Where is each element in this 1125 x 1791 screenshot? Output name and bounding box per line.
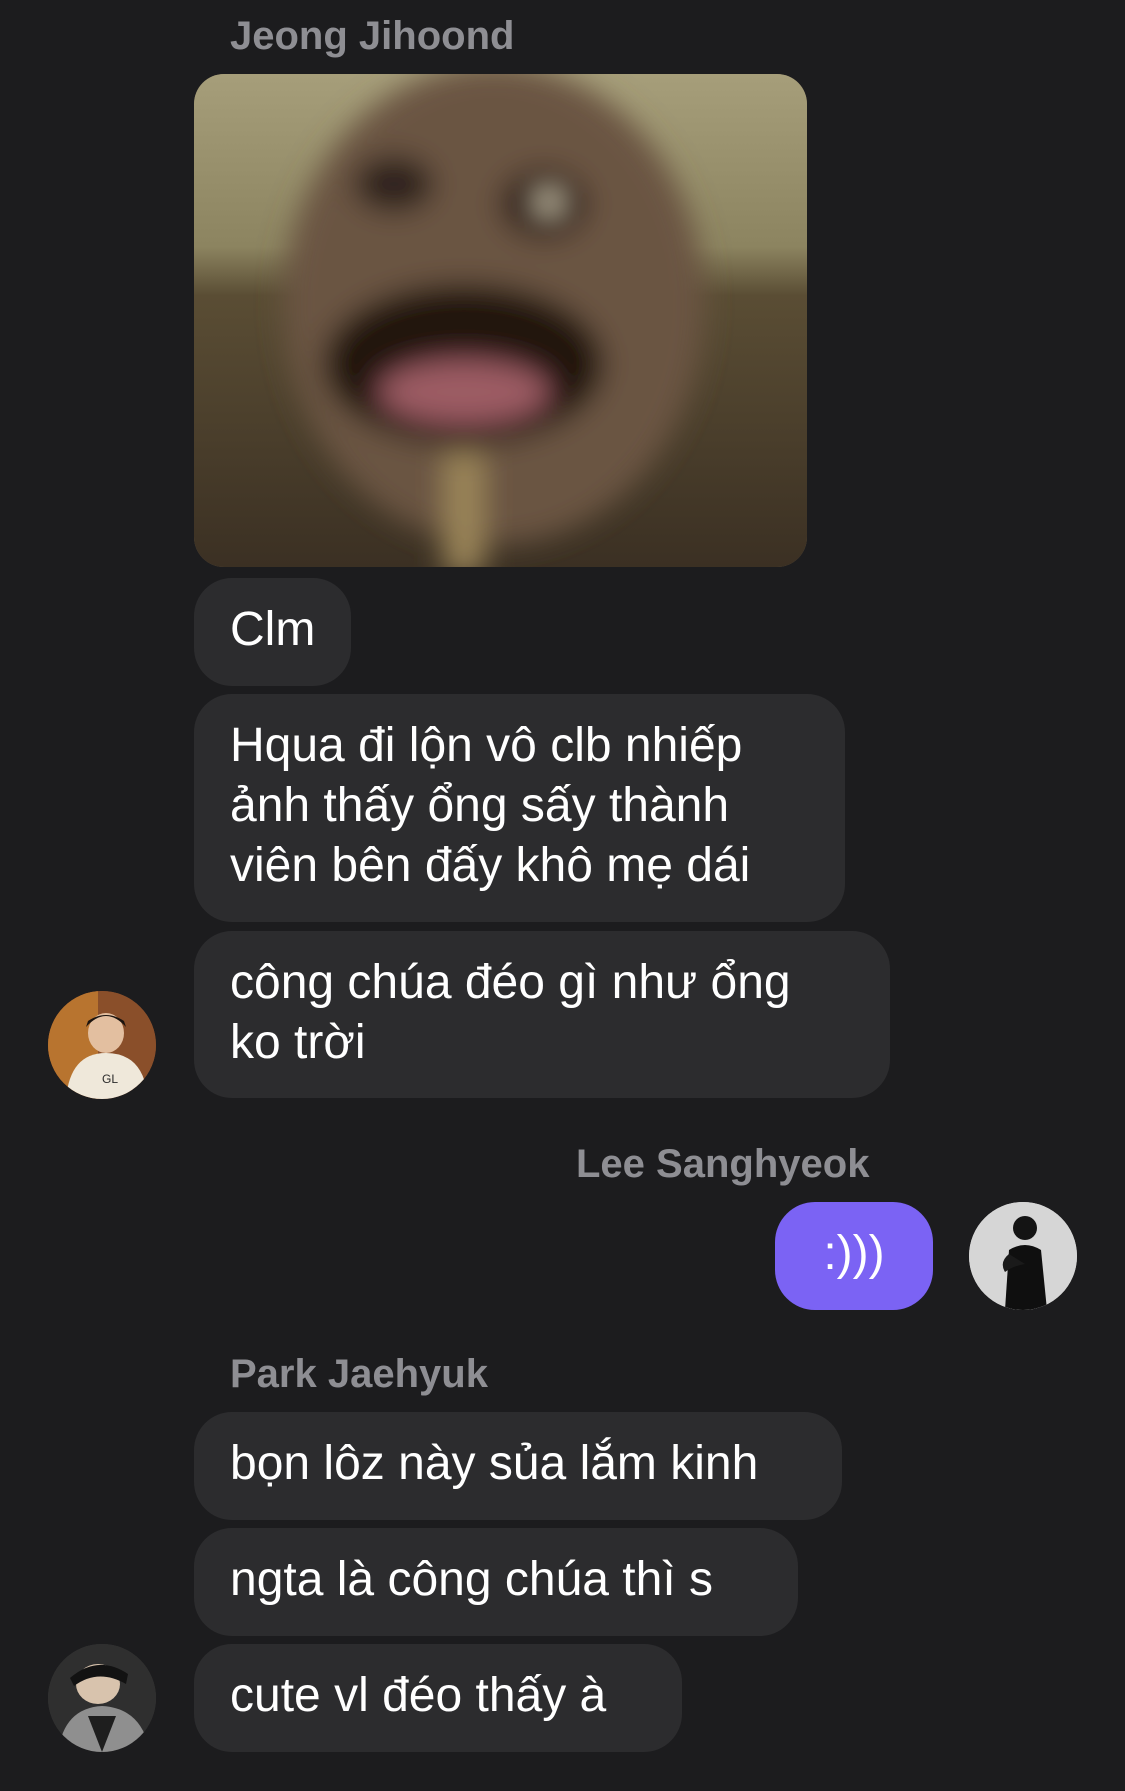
message-text-line: viên bên đấy khô mẹ dái xyxy=(230,839,751,892)
message-text: bọn lôz này sủa lắm kinh xyxy=(230,1437,759,1490)
message-text: cute vl đéo thấy à xyxy=(230,1669,607,1722)
user-avatar-park-icon xyxy=(48,1644,156,1752)
avatar[interactable] xyxy=(969,1202,1077,1310)
message-bubble[interactable]: Clm xyxy=(194,578,352,686)
message-text-line: ko trời xyxy=(230,1016,366,1069)
message-bubble[interactable]: công chúa đéo gì như ổng ko trời xyxy=(194,931,890,1098)
avatar[interactable] xyxy=(48,1644,156,1752)
message-bubble[interactable]: cute vl đéo thấy à xyxy=(194,1644,682,1752)
avatar[interactable]: GL xyxy=(48,991,156,1099)
sender-name: Park Jaehyuk xyxy=(230,1352,488,1396)
message-text-line: ảnh thấy ổng sấy thành xyxy=(230,779,730,832)
shared-photo[interactable] xyxy=(194,74,807,567)
message-text: :))) xyxy=(823,1227,885,1280)
sender-name: Lee Sanghyeok xyxy=(576,1142,870,1186)
message-bubble[interactable]: ngta là công chúa thì s xyxy=(194,1528,798,1636)
photo-image-icon xyxy=(194,74,807,567)
svg-text:GL: GL xyxy=(102,1072,118,1086)
sender-name: Jeong Jihoond xyxy=(230,14,515,58)
user-avatar-lee-icon xyxy=(969,1202,1077,1310)
message-text: ngta là công chúa thì s xyxy=(230,1553,713,1606)
message-bubble[interactable]: bọn lôz này sủa lắm kinh xyxy=(194,1412,842,1520)
message-text: Clm xyxy=(230,603,316,656)
user-avatar-jeong-icon: GL xyxy=(48,991,156,1099)
message-bubble[interactable]: :))) xyxy=(775,1202,933,1310)
message-text-line: công chúa đéo gì như ổng xyxy=(230,956,791,1009)
message-bubble[interactable]: Hqua đi lộn vô clb nhiếp ảnh thấy ổng sấ… xyxy=(194,694,845,922)
message-text-line: Hqua đi lộn vô clb nhiếp xyxy=(230,719,743,772)
